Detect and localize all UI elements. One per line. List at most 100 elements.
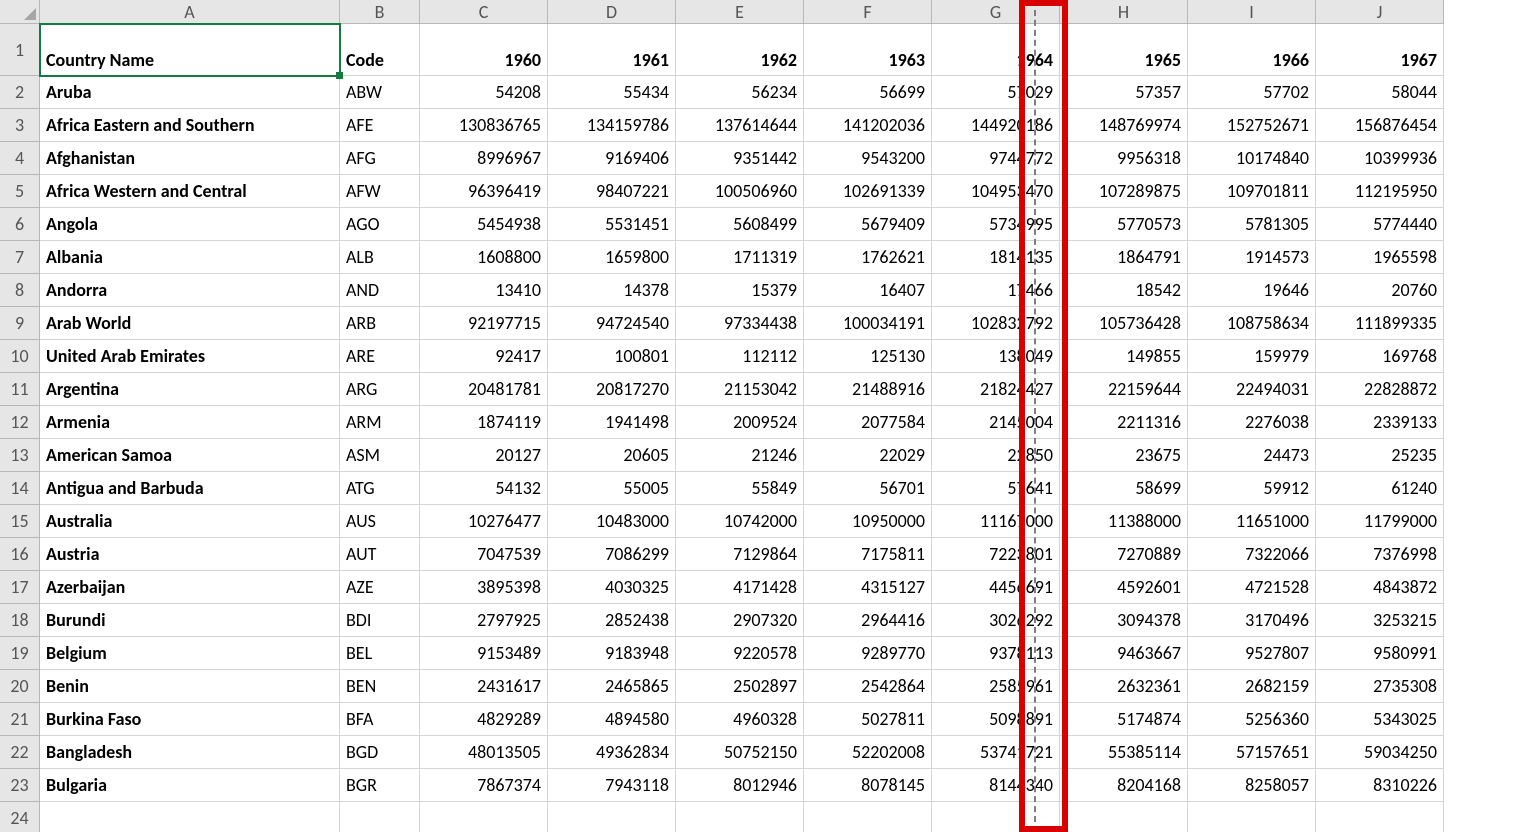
cell-F17[interactable]: 4315127 [804, 571, 932, 604]
cell-C9[interactable]: 92197715 [420, 307, 548, 340]
column-header-A[interactable]: A [40, 0, 340, 24]
row-header-16[interactable]: 16 [0, 538, 40, 571]
cell-J8[interactable]: 20760 [1316, 274, 1444, 307]
cell-G15[interactable]: 11167000 [932, 505, 1060, 538]
row-header-15[interactable]: 15 [0, 505, 40, 538]
cell-C23[interactable]: 7867374 [420, 769, 548, 802]
cell-D5[interactable]: 98407221 [548, 175, 676, 208]
cell-J13[interactable]: 25235 [1316, 439, 1444, 472]
cell-H1[interactable]: 1965 [1060, 24, 1188, 76]
cell-C2[interactable]: 54208 [420, 76, 548, 109]
cell-C8[interactable]: 13410 [420, 274, 548, 307]
cell-A9[interactable]: Arab World [40, 307, 340, 340]
cell-C17[interactable]: 3895398 [420, 571, 548, 604]
cell-J19[interactable]: 9580991 [1316, 637, 1444, 670]
cell-H17[interactable]: 4592601 [1060, 571, 1188, 604]
cell-A14[interactable]: Antigua and Barbuda [40, 472, 340, 505]
cell-B18[interactable]: BDI [340, 604, 420, 637]
cell-E7[interactable]: 1711319 [676, 241, 804, 274]
cell-G6[interactable]: 5734995 [932, 208, 1060, 241]
cell-E15[interactable]: 10742000 [676, 505, 804, 538]
cell-D3[interactable]: 134159786 [548, 109, 676, 142]
cell-B11[interactable]: ARG [340, 373, 420, 406]
cell-B22[interactable]: BGD [340, 736, 420, 769]
cell-A1[interactable]: Country Name [40, 24, 340, 76]
cell-G21[interactable]: 5098891 [932, 703, 1060, 736]
row-header-10[interactable]: 10 [0, 340, 40, 373]
cell-A12[interactable]: Armenia [40, 406, 340, 439]
cell-D24[interactable] [548, 802, 676, 832]
cell-A13[interactable]: American Samoa [40, 439, 340, 472]
cell-H9[interactable]: 105736428 [1060, 307, 1188, 340]
cell-J6[interactable]: 5774440 [1316, 208, 1444, 241]
cell-D4[interactable]: 9169406 [548, 142, 676, 175]
cell-A22[interactable]: Bangladesh [40, 736, 340, 769]
cell-I17[interactable]: 4721528 [1188, 571, 1316, 604]
row-header-8[interactable]: 8 [0, 274, 40, 307]
cell-J14[interactable]: 61240 [1316, 472, 1444, 505]
cell-G24[interactable] [932, 802, 1060, 832]
cell-F24[interactable] [804, 802, 932, 832]
cell-C24[interactable] [420, 802, 548, 832]
cell-F10[interactable]: 125130 [804, 340, 932, 373]
cell-E13[interactable]: 21246 [676, 439, 804, 472]
cell-H15[interactable]: 11388000 [1060, 505, 1188, 538]
cell-C10[interactable]: 92417 [420, 340, 548, 373]
cell-F16[interactable]: 7175811 [804, 538, 932, 571]
cell-G18[interactable]: 3026292 [932, 604, 1060, 637]
cell-J10[interactable]: 169768 [1316, 340, 1444, 373]
cell-E12[interactable]: 2009524 [676, 406, 804, 439]
cell-G9[interactable]: 102832792 [932, 307, 1060, 340]
cell-C12[interactable]: 1874119 [420, 406, 548, 439]
cell-I2[interactable]: 57702 [1188, 76, 1316, 109]
cell-G7[interactable]: 1814135 [932, 241, 1060, 274]
cell-D20[interactable]: 2465865 [548, 670, 676, 703]
cell-H4[interactable]: 9956318 [1060, 142, 1188, 175]
cell-A20[interactable]: Benin [40, 670, 340, 703]
cell-J21[interactable]: 5343025 [1316, 703, 1444, 736]
cell-B7[interactable]: ALB [340, 241, 420, 274]
cell-F18[interactable]: 2964416 [804, 604, 932, 637]
row-header-6[interactable]: 6 [0, 208, 40, 241]
cell-H3[interactable]: 148769974 [1060, 109, 1188, 142]
cell-E18[interactable]: 2907320 [676, 604, 804, 637]
cell-A24[interactable] [40, 802, 340, 832]
cell-I4[interactable]: 10174840 [1188, 142, 1316, 175]
row-header-5[interactable]: 5 [0, 175, 40, 208]
row-header-12[interactable]: 12 [0, 406, 40, 439]
cell-J12[interactable]: 2339133 [1316, 406, 1444, 439]
cell-J17[interactable]: 4843872 [1316, 571, 1444, 604]
cell-D11[interactable]: 20817270 [548, 373, 676, 406]
cell-D8[interactable]: 14378 [548, 274, 676, 307]
row-header-19[interactable]: 19 [0, 637, 40, 670]
row-header-2[interactable]: 2 [0, 76, 40, 109]
cell-A18[interactable]: Burundi [40, 604, 340, 637]
row-header-13[interactable]: 13 [0, 439, 40, 472]
cell-D18[interactable]: 2852438 [548, 604, 676, 637]
cell-C19[interactable]: 9153489 [420, 637, 548, 670]
cell-I23[interactable]: 8258057 [1188, 769, 1316, 802]
row-header-11[interactable]: 11 [0, 373, 40, 406]
column-header-F[interactable]: F [804, 0, 932, 24]
cell-F12[interactable]: 2077584 [804, 406, 932, 439]
cell-J4[interactable]: 10399936 [1316, 142, 1444, 175]
cell-H24[interactable] [1060, 802, 1188, 832]
cell-B24[interactable] [340, 802, 420, 832]
cell-D21[interactable]: 4894580 [548, 703, 676, 736]
cell-F13[interactable]: 22029 [804, 439, 932, 472]
cell-F2[interactable]: 56699 [804, 76, 932, 109]
row-header-7[interactable]: 7 [0, 241, 40, 274]
cell-F14[interactable]: 56701 [804, 472, 932, 505]
cell-C18[interactable]: 2797925 [420, 604, 548, 637]
cell-H6[interactable]: 5770573 [1060, 208, 1188, 241]
row-header-9[interactable]: 9 [0, 307, 40, 340]
cell-H12[interactable]: 2211316 [1060, 406, 1188, 439]
cell-J18[interactable]: 3253215 [1316, 604, 1444, 637]
cell-F22[interactable]: 52202008 [804, 736, 932, 769]
column-header-C[interactable]: C [420, 0, 548, 24]
cell-G5[interactable]: 104953470 [932, 175, 1060, 208]
cell-F15[interactable]: 10950000 [804, 505, 932, 538]
cell-E6[interactable]: 5608499 [676, 208, 804, 241]
cell-F5[interactable]: 102691339 [804, 175, 932, 208]
cell-I12[interactable]: 2276038 [1188, 406, 1316, 439]
